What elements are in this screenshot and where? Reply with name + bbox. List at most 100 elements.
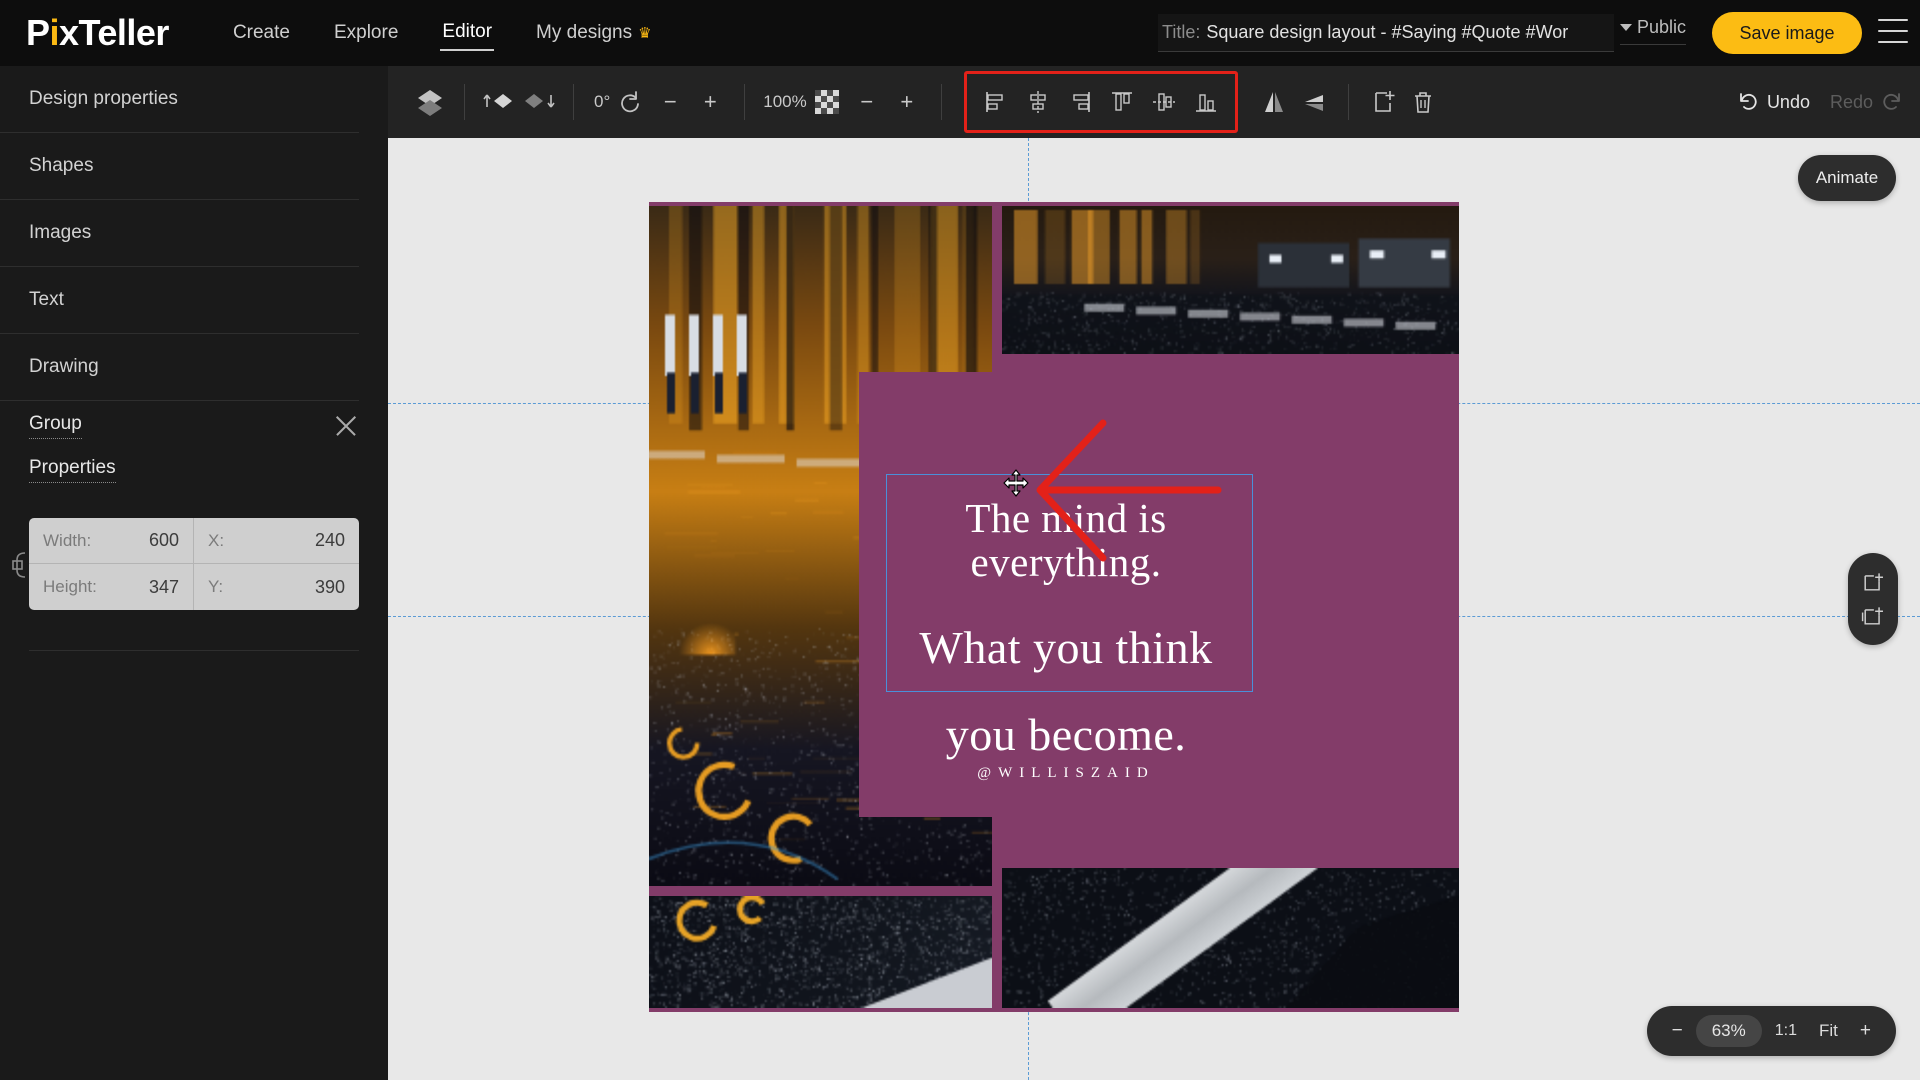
nav-link-create[interactable]: Create [231, 16, 292, 50]
align-right-icon[interactable] [1060, 80, 1100, 124]
align-left-icon[interactable] [976, 80, 1016, 124]
zoom-actual-size-button[interactable]: 1:1 [1766, 1017, 1806, 1045]
history-controls: Undo Redo [1738, 66, 1902, 138]
layers-icon[interactable] [410, 80, 450, 124]
rotate-icon[interactable] [610, 80, 650, 124]
zoom-out-button[interactable]: − [1663, 1015, 1692, 1047]
rotation-value: 0° [594, 92, 611, 111]
trash-icon[interactable] [1403, 80, 1443, 124]
toolbar-divider [573, 84, 574, 120]
quote-text-block[interactable]: The mind is everything. What you think y… [861, 495, 1271, 782]
save-image-button[interactable]: Save image [1712, 12, 1862, 54]
redo-button: Redo [1830, 91, 1902, 113]
flip-horizontal-icon[interactable] [1254, 80, 1294, 124]
nav-link-my-designs[interactable]: My designs ♛ [534, 16, 654, 50]
zoom-controls: − 63% 1:1 Fit + [1646, 1006, 1896, 1056]
sidebar-item-label: Text [29, 289, 64, 310]
sidebar-item-label: Shapes [29, 155, 94, 176]
toolbar-divider [464, 84, 465, 120]
quote-line-1: The mind is [965, 495, 1167, 541]
object-properties-box: Width: 600 X: 240 Height: 347 Y: 390 [29, 518, 359, 610]
sidebar-item-label: Images [29, 222, 92, 243]
nav-link-explore[interactable]: Explore [332, 16, 400, 50]
sidebar-item-label: Drawing [29, 356, 99, 377]
y-value: 390 [314, 576, 345, 597]
toolbar-divider [1347, 84, 1349, 120]
main-nav-links: Create Explore Editor My designs ♛ [231, 15, 654, 51]
photo-bottom-right[interactable] [1002, 868, 1459, 1008]
width-field[interactable]: Width: 600 [29, 518, 194, 564]
align-bottom-icon[interactable] [1186, 80, 1226, 124]
width-value: 600 [148, 530, 179, 550]
left-sidebar: Design properties Shapes Images Text Dra… [0, 66, 388, 1080]
rotation-decrease-button[interactable]: − [650, 80, 690, 124]
opacity-increase-button[interactable]: + [887, 80, 927, 124]
design-artboard[interactable]: The mind is everything. What you think y… [649, 202, 1459, 1012]
quote-line-4: you become. [945, 708, 1187, 760]
flip-vertical-icon[interactable] [1294, 80, 1334, 124]
animate-button[interactable]: Animate [1798, 155, 1896, 201]
sidebar-item-shapes[interactable]: Shapes [0, 133, 359, 200]
crown-icon: ♛ [638, 25, 652, 42]
send-backward-icon[interactable] [519, 80, 559, 124]
undo-arrow-icon [1740, 93, 1757, 110]
align-middle-vertical-icon[interactable] [1144, 80, 1184, 124]
x-field[interactable]: X: 240 [194, 518, 359, 564]
hamburger-menu-icon[interactable] [1878, 19, 1908, 43]
quote-line-2: everything. [970, 538, 1162, 585]
title-label: Title: [1162, 22, 1201, 42]
canvas-workspace[interactable]: The mind is everything. What you think y… [388, 138, 1920, 1080]
pixteller-logo[interactable]: PixTeller [26, 15, 169, 51]
sidebar-item-label: Design properties [29, 88, 178, 109]
x-label: X: [208, 530, 225, 550]
zoom-percent-value[interactable]: 63% [1695, 1015, 1762, 1047]
transparency-checker-icon[interactable] [807, 80, 847, 124]
y-label: Y: [208, 577, 224, 596]
undo-label: Undo [1766, 91, 1810, 112]
add-page-icon[interactable] [1860, 569, 1886, 595]
toolbar-divider [744, 84, 746, 120]
y-field[interactable]: Y: 390 [194, 564, 359, 610]
page-actions-pill [1848, 553, 1898, 645]
design-title-field[interactable]: Title: Square design layout - #Saying #Q… [1158, 14, 1614, 52]
author-handle: @WILLISZAID [977, 765, 1155, 782]
sidebar-item-images[interactable]: Images [0, 200, 359, 267]
sidebar-item-design-properties[interactable]: Design properties [0, 66, 359, 133]
opacity-value: 100% [763, 92, 807, 111]
align-center-horizontal-icon[interactable] [1018, 80, 1058, 124]
group-section-header: Group [0, 401, 388, 457]
redo-arrow-icon [1883, 93, 1900, 110]
bring-forward-icon[interactable] [479, 80, 519, 124]
height-value: 347 [148, 576, 179, 597]
photo-bottom-left[interactable] [649, 896, 992, 1008]
undo-button[interactable]: Undo [1738, 91, 1810, 113]
zoom-fit-button[interactable]: Fit [1810, 1016, 1847, 1046]
photo-top-right[interactable] [1002, 206, 1459, 354]
opacity-decrease-button[interactable]: − [847, 80, 887, 124]
object-toolbar: 0° − + 100% − + Undo Redo [388, 66, 1920, 138]
properties-tab[interactable]: Properties [29, 457, 116, 483]
group-tab[interactable]: Group [29, 413, 82, 439]
redo-label: Redo [1829, 91, 1873, 112]
sidebar-divider [29, 650, 359, 651]
zoom-in-button[interactable]: + [1851, 1015, 1880, 1047]
rotation-increase-button[interactable]: + [690, 80, 730, 124]
alignment-tools-group [963, 71, 1238, 133]
x-value: 240 [314, 530, 345, 550]
chevron-down-icon [1620, 24, 1632, 31]
height-label: Height: [43, 577, 97, 596]
quote-line-3: What you think [919, 621, 1213, 673]
duplicate-icon[interactable] [1363, 80, 1403, 124]
nav-link-editor[interactable]: Editor [440, 15, 495, 51]
title-value: Square design layout - #Saying #Quote #W… [1206, 22, 1569, 42]
top-navigation-bar: PixTeller Create Explore Editor My desig… [0, 0, 1920, 66]
visibility-label: Public [1637, 17, 1687, 37]
sidebar-item-text[interactable]: Text [0, 267, 359, 334]
visibility-dropdown[interactable]: Public [1620, 17, 1687, 45]
sidebar-item-drawing[interactable]: Drawing [0, 334, 359, 401]
close-icon[interactable] [333, 413, 359, 439]
height-field[interactable]: Height: 347 [29, 564, 194, 610]
duplicate-page-icon[interactable] [1860, 603, 1886, 629]
toolbar-divider [940, 84, 942, 120]
align-top-icon[interactable] [1102, 80, 1142, 124]
